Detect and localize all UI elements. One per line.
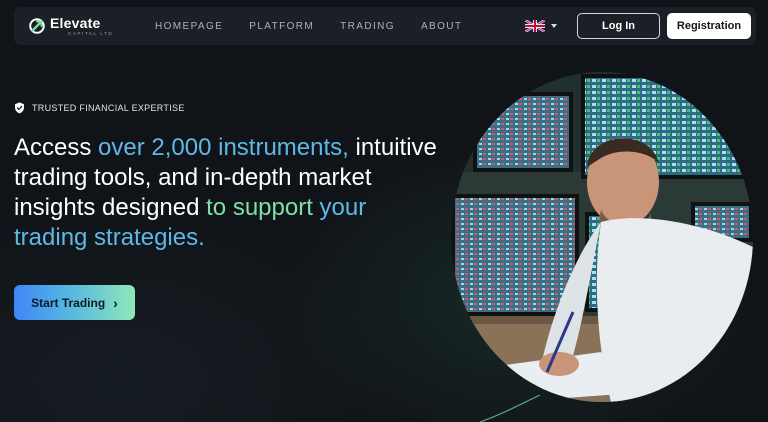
chevron-right-icon: › bbox=[113, 294, 118, 311]
nav-links: HOMEPAGE PLATFORM TRADING ABOUT bbox=[155, 21, 488, 32]
nav-link-platform[interactable]: PLATFORM bbox=[249, 21, 314, 32]
brand-logo[interactable]: Elevate CAPITAL LTD bbox=[28, 16, 138, 37]
language-selector[interactable] bbox=[525, 20, 557, 32]
start-trading-label: Start Trading bbox=[31, 295, 106, 310]
shield-check-icon bbox=[15, 102, 24, 114]
headline-highlight-support: to support bbox=[206, 194, 313, 221]
nav-link-about[interactable]: ABOUT bbox=[421, 21, 462, 32]
headline-part-5 bbox=[313, 194, 320, 221]
brand-name: Elevate bbox=[50, 14, 101, 31]
trust-badge: TRUSTED FINANCIAL EXPERTISE bbox=[14, 102, 185, 114]
badge-text: TRUSTED FINANCIAL EXPERTISE bbox=[32, 103, 185, 113]
login-button[interactable]: Log In bbox=[577, 13, 660, 39]
chevron-down-icon bbox=[551, 24, 557, 28]
start-trading-button[interactable]: Start Trading › bbox=[14, 285, 135, 320]
headline-part-1: Access bbox=[14, 134, 99, 161]
decorative-glow-line bbox=[480, 395, 540, 422]
top-navbar: Elevate CAPITAL LTD HOMEPAGE PLATFORM TR… bbox=[14, 7, 756, 45]
brand-tagline: CAPITAL LTD bbox=[68, 30, 114, 36]
headline-highlight-instruments: over 2,000 instruments, bbox=[98, 134, 349, 161]
trader-at-trading-desk-photo bbox=[451, 72, 753, 402]
nav-link-trading[interactable]: TRADING bbox=[340, 21, 395, 32]
uk-flag-icon bbox=[525, 20, 545, 32]
elevate-logo-icon bbox=[29, 18, 45, 34]
registration-button[interactable]: Registration bbox=[667, 13, 751, 39]
hero-headline: Access over 2,000 instruments, intuitive… bbox=[14, 133, 444, 253]
nav-link-homepage[interactable]: HOMEPAGE bbox=[155, 21, 223, 32]
